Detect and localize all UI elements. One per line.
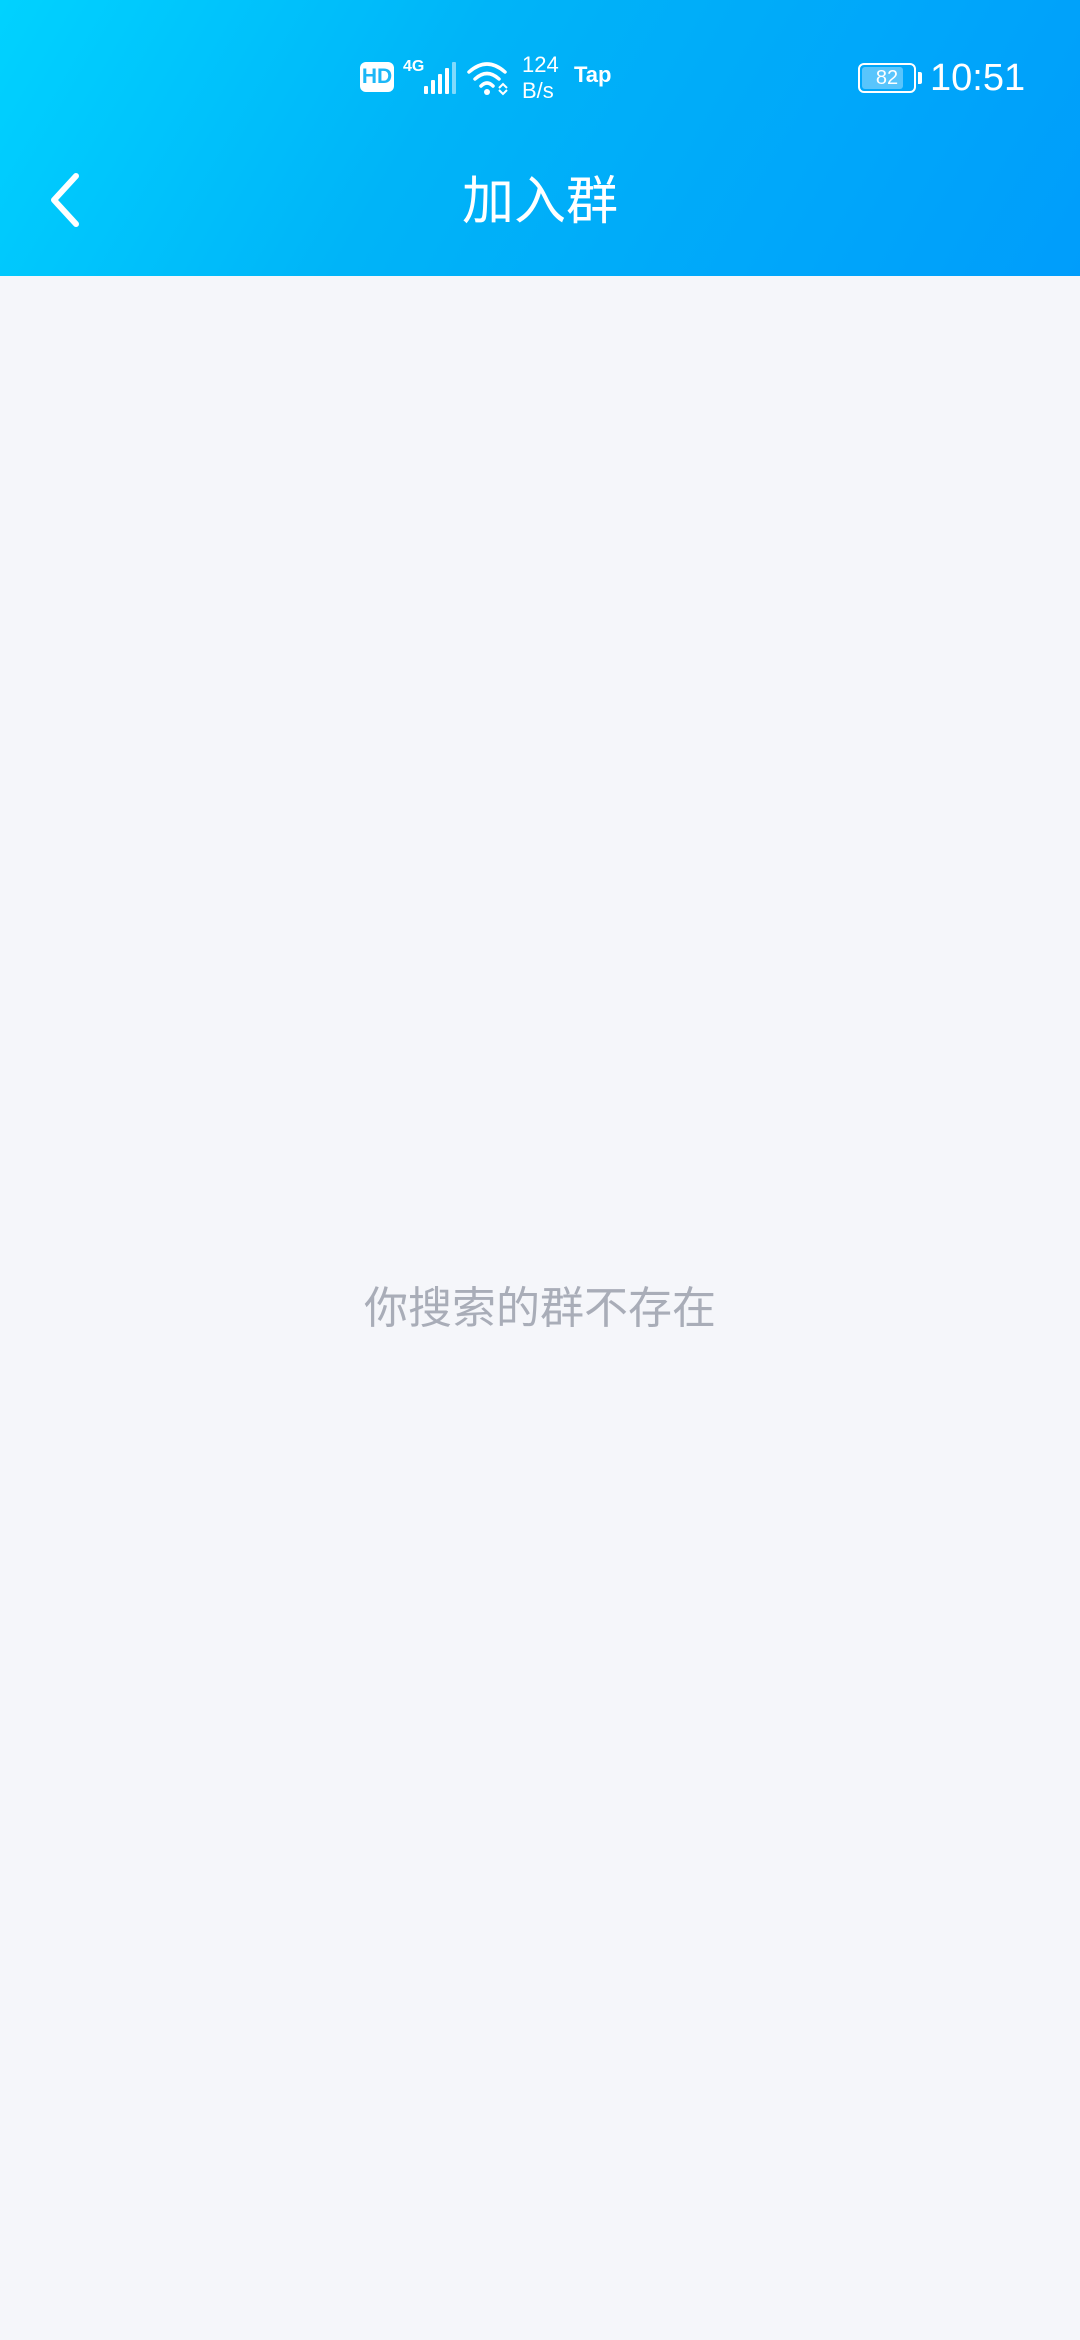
status-bar: HD 4G 124 B/s Tap 82 10:51 (0, 0, 1080, 150)
battery-level: 82 (875, 67, 899, 89)
empty-state-message: 你搜索的群不存在 (364, 1283, 716, 1334)
network-speed-value: 124 (522, 52, 559, 77)
signal-icon (420, 60, 460, 96)
status-clock: 10:51 (930, 57, 1026, 99)
wifi-icon (465, 60, 509, 96)
tap-app-icon: Tap (574, 62, 612, 87)
app-header: HD 4G 124 B/s Tap 82 10:51 加入群 (0, 0, 1080, 276)
battery-nub (918, 72, 922, 84)
network-speed-unit: B/s (522, 78, 554, 103)
battery-icon: 82 (858, 63, 922, 93)
hd-badge-icon: HD (360, 62, 394, 92)
page-title: 加入群 (461, 172, 618, 232)
network-speed: 124 B/s (522, 52, 559, 104)
